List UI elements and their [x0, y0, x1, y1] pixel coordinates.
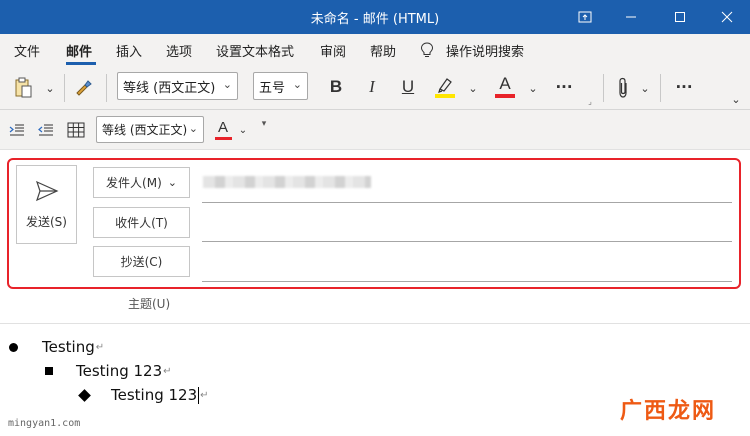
format-painter-icon[interactable]: [70, 76, 96, 100]
close-icon[interactable]: [704, 0, 750, 34]
attach-file-icon[interactable]: [613, 75, 633, 101]
tab-help[interactable]: 帮助: [370, 41, 396, 60]
cc-button[interactable]: 抄送(C): [93, 246, 190, 277]
chevron-down-icon: ⌄: [292, 78, 302, 91]
menu-bar: 文件 邮件 插入 选项 设置文本格式 审阅 帮助 操作说明搜索: [0, 34, 750, 66]
font-color-letter: A: [217, 119, 228, 136]
cc-label: 抄送(C): [120, 255, 163, 269]
divider: [660, 74, 661, 102]
font-size-select[interactable]: 五号 ⌄: [253, 72, 308, 100]
font-name-select-secondary[interactable]: 等线 (西文正文) ⌄: [96, 116, 204, 143]
tab-mail[interactable]: 邮件: [66, 41, 92, 60]
divider: [603, 74, 604, 102]
from-label: 发件人(M): [106, 176, 162, 190]
paste-icon[interactable]: [10, 76, 36, 100]
divider: [64, 74, 65, 102]
to-label: 收件人(T): [115, 216, 168, 230]
collapse-ribbon-chevron-icon[interactable]: ⌄: [728, 92, 744, 106]
maximize-icon[interactable]: [657, 0, 703, 34]
tab-insert[interactable]: 插入: [116, 41, 142, 60]
from-field-line: [202, 202, 732, 203]
chevron-down-icon: ⌄: [167, 176, 177, 189]
font-color-swatch: [214, 137, 232, 140]
underline-button[interactable]: U: [397, 74, 419, 100]
paste-dropdown-chevron-down-icon[interactable]: ⌄: [42, 80, 58, 96]
bullet-square-icon: [45, 367, 53, 375]
font-color-swatch: [495, 93, 515, 98]
chevron-down-icon: ⌄: [188, 122, 198, 135]
list-item[interactable]: Testing 123 ↵: [78, 386, 209, 404]
font-color-button-secondary[interactable]: A: [213, 117, 233, 143]
font-color-dropdown-chevron-down-icon[interactable]: ⌄: [526, 80, 540, 96]
text-cursor: [198, 386, 200, 404]
font-name-value: 等线 (西文正文): [102, 123, 188, 137]
dialog-launcher-icon[interactable]: ⌟: [585, 96, 595, 106]
send-label: 发送(S): [26, 215, 67, 229]
attach-dropdown-chevron-down-icon[interactable]: ⌄: [638, 80, 652, 96]
divider: [106, 74, 107, 102]
highlight-dropdown-chevron-down-icon[interactable]: ⌄: [466, 80, 480, 96]
from-address-redacted: [203, 176, 371, 188]
send-button[interactable]: 发送(S): [16, 165, 77, 244]
table-icon[interactable]: [66, 120, 86, 140]
ribbon-display-icon[interactable]: [562, 0, 608, 34]
font-color-dropdown-chevron-down-icon[interactable]: ⌄: [237, 123, 249, 137]
font-color-button[interactable]: A: [492, 72, 518, 100]
cc-input[interactable]: [202, 281, 732, 282]
font-name-select[interactable]: 等线 (西文正文) ⌄: [117, 72, 238, 100]
increase-indent-icon[interactable]: [8, 121, 26, 139]
list-item[interactable]: Testing ↵: [9, 338, 104, 356]
paragraph-mark-icon: ↵: [163, 365, 172, 377]
paragraph-mark-icon: ↵: [95, 341, 105, 353]
list-item[interactable]: Testing 123 ↵: [45, 362, 172, 380]
chevron-down-icon: ⌄: [222, 78, 232, 91]
font-name-value: 等线 (西文正文): [123, 80, 216, 96]
from-button[interactable]: 发件人(M) ⌄: [93, 167, 190, 198]
list-item-text: Testing 123: [76, 362, 163, 380]
ribbon-home: ⌄ 等线 (西文正文) ⌄ 五号 ⌄ B I U ⌄ A ⌄ ··· ⌟ ⌄ ·…: [0, 66, 750, 110]
tab-review[interactable]: 审阅: [320, 41, 346, 60]
tab-file[interactable]: 文件: [14, 41, 40, 60]
watermark-right: 广西龙网: [620, 399, 717, 424]
send-icon: [35, 180, 59, 202]
paragraph-mark-icon: ↵: [200, 389, 209, 401]
italic-button[interactable]: I: [361, 74, 383, 100]
overflow-menu-button[interactable]: ···: [670, 74, 698, 100]
ribbon-secondary: 等线 (西文正文) ⌄ A ⌄ ▾: [0, 110, 750, 150]
more-options-button[interactable]: ···: [550, 74, 578, 100]
bold-button[interactable]: B: [325, 74, 347, 100]
bullet-disc-icon: [9, 342, 18, 352]
list-item-text: Testing: [42, 338, 95, 356]
to-button[interactable]: 收件人(T): [93, 207, 190, 238]
tell-me-search[interactable]: 操作说明搜索: [446, 41, 524, 60]
decrease-indent-icon[interactable]: [37, 121, 55, 139]
font-size-value: 五号: [259, 80, 286, 96]
watermark-left: mingyan1.com: [8, 418, 81, 429]
tab-options[interactable]: 选项: [166, 41, 192, 60]
list-item-text: Testing 123: [111, 386, 198, 404]
minimize-icon[interactable]: [608, 0, 654, 34]
lightbulb-icon: [420, 42, 434, 62]
customize-toolbar-icon[interactable]: ▾: [258, 118, 270, 130]
subject-label: 主题(U): [128, 297, 171, 311]
font-color-letter: A: [499, 73, 511, 93]
divider: [0, 323, 750, 324]
highlight-icon[interactable]: [432, 74, 458, 100]
bullet-diamond-icon: [78, 388, 91, 402]
to-input[interactable]: [202, 241, 732, 242]
active-tab-indicator: [66, 62, 96, 65]
title-bar: 未命名 - 邮件 (HTML): [0, 0, 750, 34]
tab-format-text[interactable]: 设置文本格式: [216, 41, 294, 60]
